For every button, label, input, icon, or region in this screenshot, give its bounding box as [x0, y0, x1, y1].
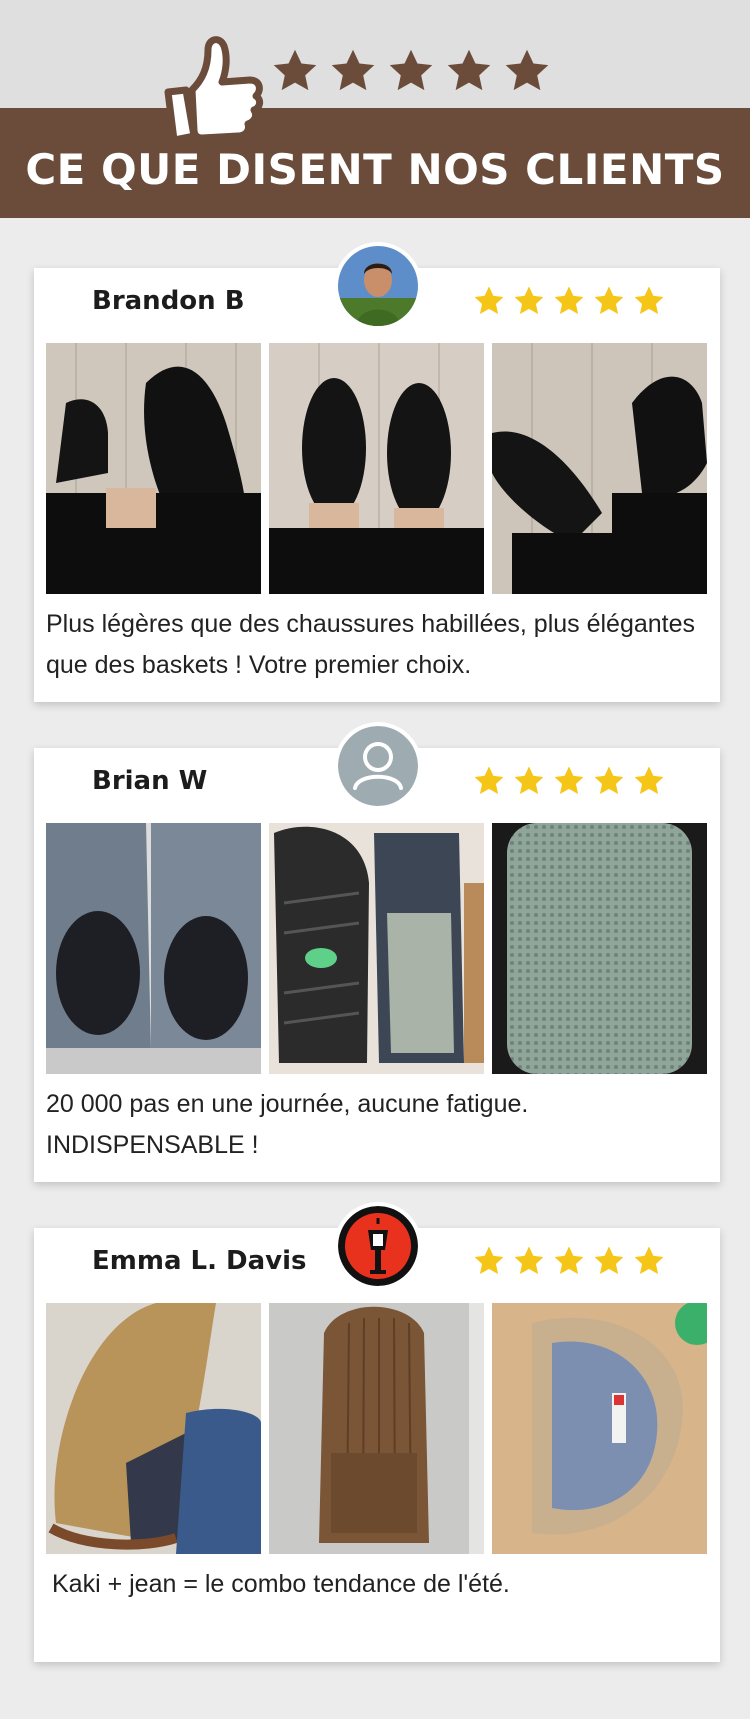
- avatar: [334, 242, 422, 330]
- review-text: 20 000 pas en une journée, aucune fatigu…: [46, 1090, 529, 1159]
- review-photo[interactable]: [46, 343, 261, 594]
- review-photo[interactable]: [269, 343, 484, 594]
- review-photo[interactable]: [269, 1303, 484, 1554]
- default-user-icon: [338, 726, 418, 806]
- review-photo[interactable]: [46, 823, 261, 1074]
- star-icon: [594, 1246, 624, 1275]
- star-icon: [474, 766, 504, 795]
- header-rating: [270, 46, 552, 96]
- star-icon: [594, 286, 624, 315]
- star-icon: [594, 766, 624, 795]
- review-rating: [472, 1244, 666, 1278]
- review-photos: [46, 343, 707, 594]
- review-rating: [472, 764, 666, 798]
- review-photo[interactable]: [492, 1303, 707, 1554]
- review-card: Emma L. Davis Kaki + jean = le combo ten…: [34, 1202, 720, 1662]
- thumbs-up-icon: [146, 28, 268, 148]
- star-icon: [447, 49, 491, 91]
- star-icon: [389, 49, 433, 91]
- star-icon: [634, 286, 664, 315]
- review-photos: [46, 823, 707, 1074]
- review-text: Plus légères que des chaussures habillée…: [46, 610, 696, 679]
- star-icon: [554, 286, 584, 315]
- review-card: Brandon B Plus légères que des chaussure…: [34, 242, 720, 702]
- review-photo[interactable]: [46, 1303, 261, 1554]
- review-photo[interactable]: [492, 343, 707, 594]
- reviewer-name: Brian W: [92, 766, 208, 796]
- star-icon: [505, 49, 549, 91]
- review-rating: [472, 284, 666, 318]
- lantern-logo-avatar: [338, 1206, 418, 1286]
- star-icon: [634, 1246, 664, 1275]
- reviewer-name: Brandon B: [92, 286, 245, 316]
- review-photo[interactable]: [492, 823, 707, 1074]
- star-icon: [514, 286, 544, 315]
- avatar: [334, 722, 422, 810]
- review-photos: [46, 1303, 707, 1554]
- star-icon: [331, 49, 375, 91]
- star-icon: [514, 766, 544, 795]
- star-icon: [514, 1246, 544, 1275]
- reviewer-name: Emma L. Davis: [92, 1246, 307, 1276]
- header-banner: CE QUE DISENT NOS CLIENTS: [0, 108, 750, 218]
- star-icon: [554, 1246, 584, 1275]
- star-icon: [474, 286, 504, 315]
- star-icon: [474, 1246, 504, 1275]
- star-icon: [634, 766, 664, 795]
- avatar-photo-man: [338, 246, 418, 326]
- star-icon: [554, 766, 584, 795]
- star-icon: [273, 49, 317, 91]
- review-card: Brian W 20 000 pas en une journée, aucun…: [34, 722, 720, 1182]
- page-title: CE QUE DISENT NOS CLIENTS: [25, 144, 725, 194]
- avatar: [334, 1202, 422, 1290]
- review-photo[interactable]: [269, 823, 484, 1074]
- review-text: Kaki + jean = le combo tendance de l'été…: [52, 1570, 510, 1598]
